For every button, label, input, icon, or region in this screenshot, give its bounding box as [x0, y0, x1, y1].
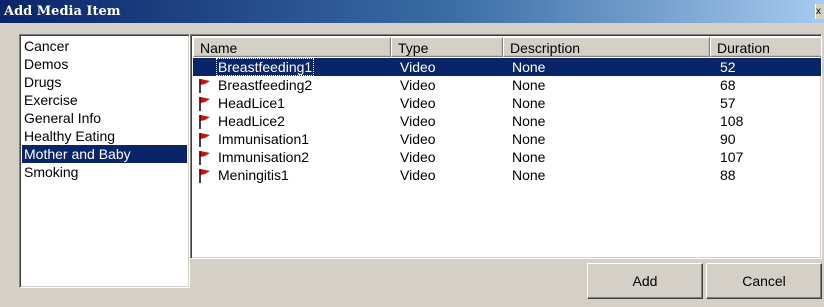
red-flag-icon: [198, 114, 212, 130]
media-description-cell: None: [512, 167, 546, 183]
red-flag-icon: [198, 96, 212, 112]
media-name-cell: Breastfeeding2: [218, 76, 312, 94]
column-header-type[interactable]: Type: [391, 37, 503, 57]
column-header-name[interactable]: Name: [193, 37, 391, 57]
media-row[interactable]: Immunisation1 Video None 90: [193, 130, 821, 148]
column-header-duration[interactable]: Duration: [710, 37, 821, 57]
media-name-text: HeadLice2: [218, 113, 285, 129]
media-type-cell: Video: [400, 95, 436, 111]
media-name-text: Breastfeeding2: [218, 77, 313, 93]
category-item[interactable]: Drugs: [22, 73, 187, 91]
media-type-cell: Video: [400, 59, 436, 75]
category-list[interactable]: Cancer Demos Drugs Exercise General Info Heal…: [19, 34, 190, 288]
media-name-text: Breastfeeding1: [216, 58, 315, 76]
media-name-text: Immunisation1: [218, 131, 310, 147]
media-name-cell: HeadLice2: [218, 112, 285, 130]
media-type-cell: Video: [400, 149, 436, 165]
media-duration-cell: 108: [720, 113, 744, 129]
media-type-cell: Video: [400, 167, 436, 183]
category-item[interactable]: Exercise: [22, 91, 187, 109]
media-name-text: HeadLice1: [218, 95, 285, 111]
column-header-description[interactable]: Description: [503, 37, 710, 57]
media-type-cell: Video: [400, 77, 436, 93]
title-bar[interactable]: Add Media Item x: [0, 0, 824, 23]
cancel-button[interactable]: Cancel: [706, 263, 822, 299]
media-name-cell: Breastfeeding1: [216, 58, 315, 76]
category-item[interactable]: Mother and Baby: [22, 145, 187, 163]
close-button[interactable]: x: [815, 4, 824, 19]
red-flag-icon: [198, 78, 212, 94]
category-item[interactable]: Cancer: [22, 37, 187, 55]
window-title: Add Media Item: [4, 4, 121, 19]
red-flag-icon: [198, 132, 212, 148]
media-description-cell: None: [512, 149, 546, 165]
media-description-cell: None: [512, 77, 546, 93]
category-item[interactable]: General Info: [22, 109, 187, 127]
media-type-cell: Video: [400, 113, 436, 129]
media-type-cell: Video: [400, 131, 436, 147]
media-name-cell: Meningitis1: [218, 166, 289, 184]
media-row[interactable]: HeadLice2 Video None 108: [193, 112, 821, 130]
red-flag-icon: [198, 150, 212, 166]
media-duration-cell: 90: [720, 131, 736, 147]
media-duration-cell: 57: [720, 95, 736, 111]
media-row[interactable]: HeadLice1 Video None 57: [193, 94, 821, 112]
add-button[interactable]: Add: [587, 263, 703, 299]
media-row[interactable]: Breastfeeding1 Video None 52: [193, 58, 821, 76]
media-duration-cell: 52: [720, 59, 736, 75]
media-row[interactable]: Meningitis1 Video None 88: [193, 166, 821, 184]
blank-icon: [198, 60, 212, 76]
media-row[interactable]: Breastfeeding2 Video None 68: [193, 76, 821, 94]
media-list[interactable]: Name Type Description Duration Breastfee…: [190, 34, 822, 259]
media-name-cell: Immunisation2: [218, 148, 309, 166]
media-name-text: Immunisation2: [218, 149, 310, 165]
media-name-cell: Immunisation1: [218, 130, 309, 148]
media-rows: Breastfeeding1 Video None 52 Breastfeeding2 V…: [193, 58, 821, 184]
media-duration-cell: 107: [720, 149, 744, 165]
category-item[interactable]: Healthy Eating: [22, 127, 187, 145]
media-name-cell: HeadLice1: [218, 94, 285, 112]
media-duration-cell: 68: [720, 77, 736, 93]
media-row[interactable]: Immunisation2 Video None 107: [193, 148, 821, 166]
category-item[interactable]: Demos: [22, 55, 187, 73]
red-flag-icon: [198, 168, 212, 184]
media-description-cell: None: [512, 95, 546, 111]
media-duration-cell: 88: [720, 167, 736, 183]
media-name-text: Meningitis1: [218, 167, 289, 183]
media-description-cell: None: [512, 59, 546, 75]
category-item[interactable]: Smoking: [22, 163, 187, 181]
media-description-cell: None: [512, 113, 546, 129]
media-description-cell: None: [512, 131, 546, 147]
media-list-header: Name Type Description Duration: [193, 37, 821, 57]
